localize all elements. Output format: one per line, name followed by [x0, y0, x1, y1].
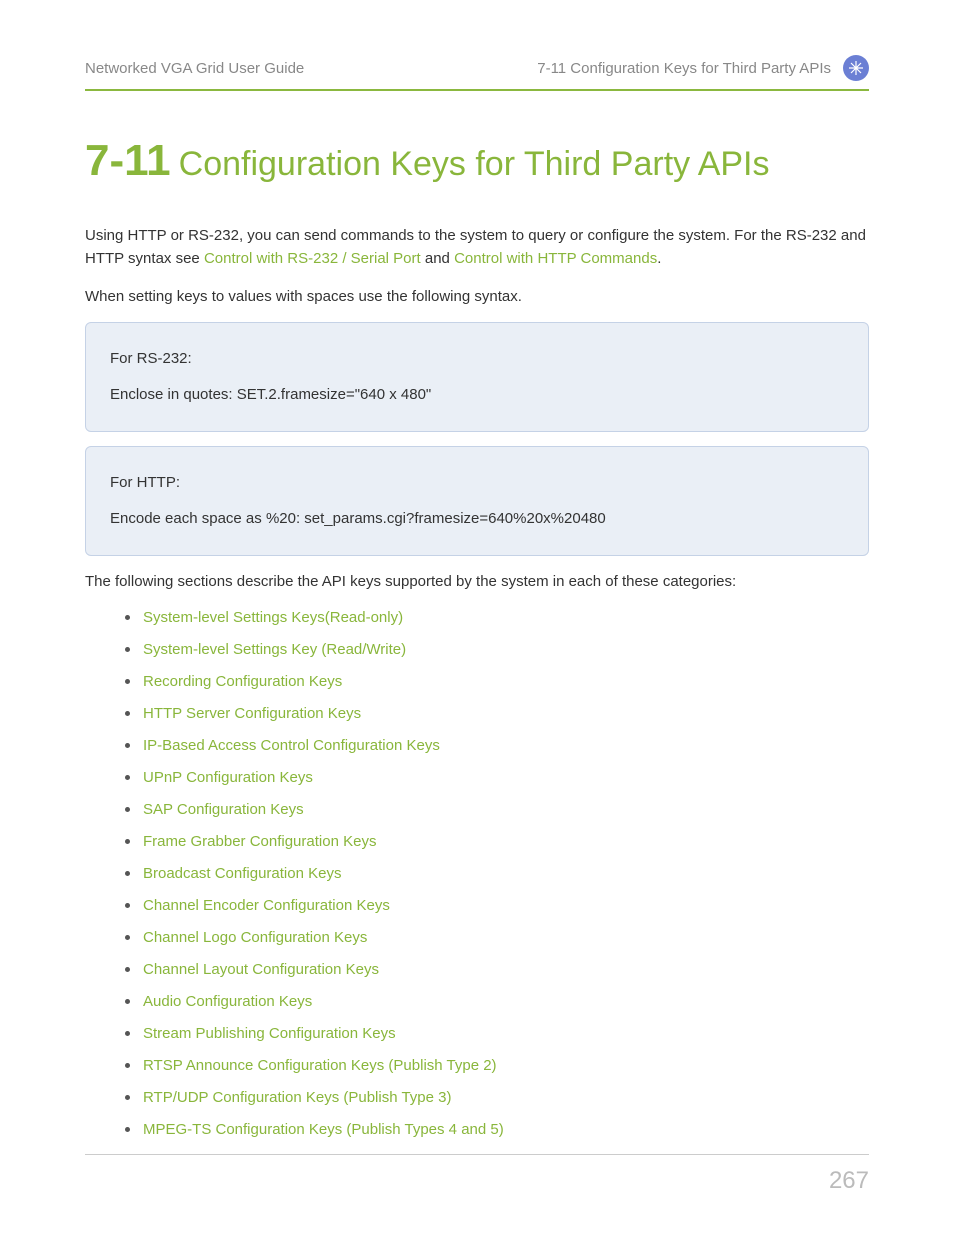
- category-link[interactable]: System-level Settings Key (Read/Write): [143, 641, 406, 658]
- title-text: Configuration Keys for Third Party APIs: [179, 145, 770, 183]
- intro-text-c: .: [657, 250, 661, 267]
- footer-rule: [85, 1154, 869, 1155]
- list-item: Channel Layout Configuration Keys: [125, 959, 869, 980]
- list-item: HTTP Server Configuration Keys: [125, 703, 869, 724]
- category-link[interactable]: Channel Logo Configuration Keys: [143, 929, 367, 946]
- intro-text-b: and: [421, 250, 454, 267]
- category-link[interactable]: Channel Layout Configuration Keys: [143, 961, 379, 978]
- note-http-line2: Encode each space as %20: set_params.cgi…: [110, 501, 844, 537]
- category-link-list: System-level Settings Keys(Read-only) Sy…: [85, 607, 869, 1140]
- category-link[interactable]: SAP Configuration Keys: [143, 801, 304, 818]
- brand-icon: [843, 55, 869, 81]
- category-link[interactable]: Audio Configuration Keys: [143, 993, 312, 1010]
- list-item: Frame Grabber Configuration Keys: [125, 831, 869, 852]
- category-link[interactable]: Frame Grabber Configuration Keys: [143, 833, 376, 850]
- category-link[interactable]: Broadcast Configuration Keys: [143, 865, 341, 882]
- page-number: 267: [829, 1167, 869, 1195]
- list-item: System-level Settings Key (Read/Write): [125, 639, 869, 660]
- list-item: Channel Encoder Configuration Keys: [125, 895, 869, 916]
- header-right-text: 7-11 Configuration Keys for Third Party …: [537, 60, 831, 77]
- list-item: Stream Publishing Configuration Keys: [125, 1023, 869, 1044]
- intro-paragraph-1: Using HTTP or RS-232, you can send comma…: [85, 224, 869, 271]
- category-link[interactable]: UPnP Configuration Keys: [143, 769, 313, 786]
- note-http-line1: For HTTP:: [110, 465, 844, 501]
- categories-intro: The following sections describe the API …: [85, 570, 869, 593]
- link-control-rs232[interactable]: Control with RS-232 / Serial Port: [204, 250, 421, 267]
- category-link[interactable]: IP-Based Access Control Configuration Ke…: [143, 737, 440, 754]
- category-link[interactable]: MPEG-TS Configuration Keys (Publish Type…: [143, 1121, 504, 1138]
- category-link[interactable]: Stream Publishing Configuration Keys: [143, 1025, 396, 1042]
- category-link[interactable]: RTP/UDP Configuration Keys (Publish Type…: [143, 1089, 451, 1106]
- list-item: RTP/UDP Configuration Keys (Publish Type…: [125, 1087, 869, 1108]
- list-item: Channel Logo Configuration Keys: [125, 927, 869, 948]
- note-box-rs232: For RS-232: Enclose in quotes: SET.2.fra…: [85, 322, 869, 432]
- header-left-text: Networked VGA Grid User Guide: [85, 60, 304, 77]
- note-rs232-line2: Enclose in quotes: SET.2.framesize="640 …: [110, 377, 844, 413]
- category-link[interactable]: HTTP Server Configuration Keys: [143, 705, 361, 722]
- header-right-wrap: 7-11 Configuration Keys for Third Party …: [537, 55, 869, 81]
- category-link[interactable]: Channel Encoder Configuration Keys: [143, 897, 390, 914]
- list-item: UPnP Configuration Keys: [125, 767, 869, 788]
- category-link[interactable]: RTSP Announce Configuration Keys (Publis…: [143, 1057, 497, 1074]
- note-rs232-line1: For RS-232:: [110, 341, 844, 377]
- note-box-http: For HTTP: Encode each space as %20: set_…: [85, 446, 869, 556]
- page-header: Networked VGA Grid User Guide 7-11 Confi…: [85, 55, 869, 91]
- link-control-http[interactable]: Control with HTTP Commands: [454, 250, 657, 267]
- list-item: IP-Based Access Control Configuration Ke…: [125, 735, 869, 756]
- list-item: Broadcast Configuration Keys: [125, 863, 869, 884]
- page-title: 7-11Configuration Keys for Third Party A…: [85, 136, 869, 186]
- intro-paragraph-2: When setting keys to values with spaces …: [85, 285, 869, 308]
- list-item: SAP Configuration Keys: [125, 799, 869, 820]
- list-item: Audio Configuration Keys: [125, 991, 869, 1012]
- list-item: MPEG-TS Configuration Keys (Publish Type…: [125, 1119, 869, 1140]
- section-number: 7-11: [85, 136, 171, 185]
- category-link[interactable]: Recording Configuration Keys: [143, 673, 342, 690]
- list-item: System-level Settings Keys(Read-only): [125, 607, 869, 628]
- category-link[interactable]: System-level Settings Keys(Read-only): [143, 609, 403, 626]
- list-item: Recording Configuration Keys: [125, 671, 869, 692]
- list-item: RTSP Announce Configuration Keys (Publis…: [125, 1055, 869, 1076]
